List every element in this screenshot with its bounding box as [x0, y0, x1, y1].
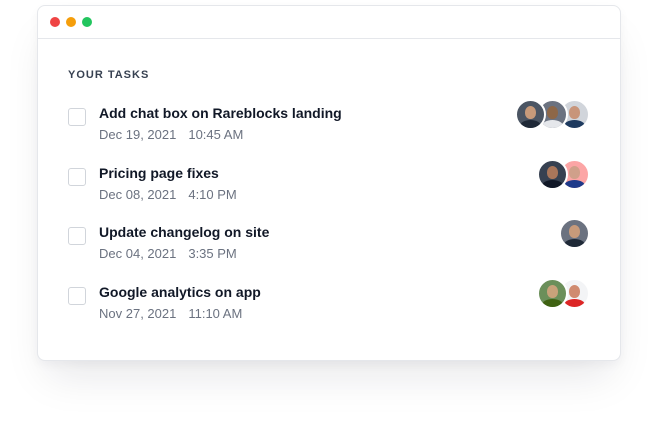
- avatar-face: [569, 225, 580, 239]
- avatar-shoulders: [542, 179, 563, 188]
- avatar-shoulders: [564, 120, 585, 128]
- task-list: Add chat box on Rareblocks landing Dec 1…: [68, 99, 590, 344]
- window-titlebar: [38, 6, 620, 39]
- avatar-shoulders: [542, 299, 563, 308]
- task-date: Dec 08, 2021: [99, 186, 177, 202]
- assignee-avatars: [515, 99, 590, 130]
- assignee-avatars: [559, 218, 590, 250]
- task-date: Dec 19, 2021: [99, 127, 177, 142]
- tasks-section: YOUR TASKS Add chat box on Rareblocks la…: [38, 39, 620, 344]
- section-heading: YOUR TASKS: [68, 69, 150, 81]
- task-meta: Dec 19, 2021 10:45 AM: [99, 126, 524, 143]
- maximize-window-dot[interactable]: [82, 17, 92, 27]
- avatar-shoulders: [564, 299, 585, 308]
- task-row: Add chat box on Rareblocks landing Dec 1…: [68, 99, 590, 165]
- task-info: Add chat box on Rareblocks landing Dec 1…: [99, 105, 524, 143]
- task-checkbox[interactable]: [68, 108, 86, 126]
- task-meta: Dec 04, 2021 3:35 PM: [99, 245, 568, 262]
- task-info: Google analytics on app Nov 27, 2021 11:1…: [99, 284, 546, 322]
- task-row: Pricing page fixes Dec 08, 2021 4:10 PM: [68, 158, 590, 225]
- task-meta: Nov 27, 2021 11:10 AM: [99, 305, 546, 322]
- user-avatar[interactable]: [537, 158, 568, 190]
- avatar-face: [569, 106, 580, 119]
- user-avatar[interactable]: [559, 218, 590, 250]
- close-window-dot[interactable]: [50, 17, 60, 27]
- task-info: Pricing page fixes Dec 08, 2021 4:10 PM: [99, 165, 546, 203]
- task-title[interactable]: Google analytics on app: [99, 284, 546, 301]
- task-row: Google analytics on app Nov 27, 2021 11:1…: [68, 278, 590, 344]
- task-checkbox[interactable]: [68, 227, 86, 246]
- task-meta: Dec 08, 2021 4:10 PM: [99, 186, 546, 203]
- user-avatar[interactable]: [537, 278, 568, 310]
- task-info: Update changelog on site Dec 04, 2021 3:3…: [99, 224, 568, 262]
- assignee-avatars: [537, 278, 590, 310]
- user-avatar[interactable]: [515, 99, 546, 130]
- avatar-face: [569, 165, 580, 179]
- avatar-face: [569, 285, 580, 299]
- task-time: 3:35 PM: [188, 246, 237, 262]
- task-time: 10:45 AM: [188, 127, 244, 142]
- task-date: Nov 27, 2021: [99, 306, 177, 322]
- avatar-face: [547, 285, 558, 299]
- avatar-shoulders: [520, 120, 541, 128]
- avatar-face: [547, 106, 558, 119]
- task-checkbox[interactable]: [68, 167, 86, 186]
- minimize-window-dot[interactable]: [66, 17, 76, 27]
- avatar-face: [525, 106, 536, 119]
- task-checkbox[interactable]: [68, 287, 86, 306]
- task-title[interactable]: Pricing page fixes: [99, 165, 546, 182]
- task-row: Update changelog on site Dec 04, 2021 3:3…: [68, 218, 590, 284]
- avatar-shoulders: [542, 120, 563, 128]
- avatar-shoulders: [564, 179, 585, 188]
- task-time: 11:10 AM: [188, 306, 243, 322]
- task-title[interactable]: Update changelog on site: [99, 224, 568, 241]
- task-date: Dec 04, 2021: [99, 246, 177, 262]
- avatar-shoulders: [564, 239, 585, 248]
- task-title[interactable]: Add chat box on Rareblocks landing: [99, 105, 524, 122]
- task-window: YOUR TASKS Add chat box on Rareblocks la…: [37, 5, 621, 361]
- assignee-avatars: [537, 158, 590, 190]
- task-time: 4:10 PM: [188, 186, 237, 202]
- avatar-face: [547, 165, 558, 179]
